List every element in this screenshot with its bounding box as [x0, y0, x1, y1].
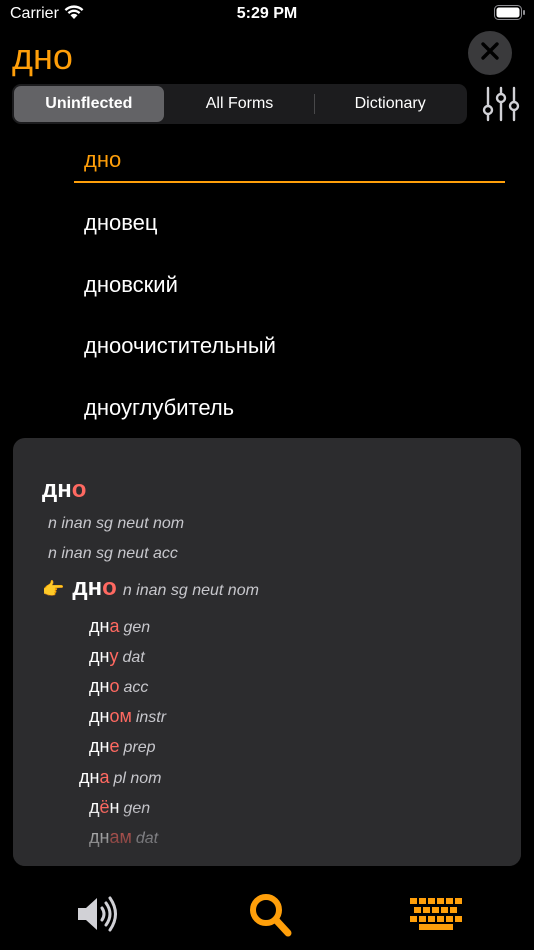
- speaker-icon: [76, 896, 120, 938]
- base-form: дно: [72, 574, 116, 602]
- form-tag: acc: [123, 679, 149, 696]
- form-stem: д: [89, 797, 100, 817]
- form-tag: prep: [123, 739, 156, 756]
- segment-dictionary[interactable]: Dictionary: [315, 86, 465, 122]
- form-ending: у: [109, 646, 119, 666]
- form-tag: dat: [122, 649, 145, 666]
- filter-button[interactable]: [481, 86, 521, 122]
- search-button[interactable]: [248, 892, 292, 943]
- segment-all-forms[interactable]: All Forms: [165, 86, 315, 122]
- form-stem: дн: [89, 706, 110, 726]
- form-ending: о: [109, 676, 120, 696]
- close-icon: [480, 41, 500, 66]
- form-ending: а: [99, 767, 110, 787]
- inflection-row: дён gen: [89, 797, 150, 818]
- inflection-row: дно acc: [89, 676, 148, 697]
- form-stem: дн: [89, 616, 110, 636]
- form-stem-tail: н: [109, 797, 120, 817]
- form-stem: дн: [89, 646, 110, 666]
- sliders-icon: [481, 86, 521, 126]
- form-stem: дн: [79, 767, 100, 787]
- inflection-row: дне prep: [89, 736, 156, 757]
- inflection-row: дна gen: [89, 616, 150, 637]
- list-item[interactable]: дноуглубитель: [84, 395, 234, 421]
- form-tag: dat: [135, 830, 159, 847]
- battery-icon: [494, 5, 526, 26]
- base-form-row: 👉 дно n inan sg neut nom: [42, 574, 259, 602]
- form-ending: ам: [109, 827, 132, 847]
- keyboard-button[interactable]: [410, 898, 464, 935]
- list-item[interactable]: дноочистительный: [84, 333, 276, 359]
- inflection-row: дном instr: [89, 706, 166, 727]
- form-ending: ом: [109, 706, 132, 726]
- base-form-ending: о: [102, 574, 117, 601]
- form-stem: дн: [89, 827, 110, 847]
- form-ending: ё: [99, 797, 110, 817]
- lemma-tag: n inan sg neut acc: [48, 545, 178, 562]
- inflection-row: днам dat: [89, 827, 158, 848]
- form-tag: instr: [135, 709, 167, 726]
- view-mode-segmented-control: Uninflected All Forms Dictionary: [12, 84, 467, 124]
- form-ending: а: [109, 616, 120, 636]
- lemma-ending: о: [71, 476, 87, 503]
- lemma-heading: дно: [42, 476, 86, 504]
- pointing-hand-icon: 👉: [42, 579, 65, 599]
- list-item[interactable]: дновец: [84, 210, 158, 236]
- magnifier-icon: [248, 894, 292, 942]
- form-stem: дн: [89, 676, 110, 696]
- form-tag: pl nom: [113, 770, 162, 787]
- base-form-tag: n inan sg neut nom: [122, 582, 259, 599]
- list-item[interactable]: дновский: [84, 272, 178, 298]
- lemma-tag: n inan sg neut nom: [48, 515, 185, 532]
- lemma-stem: дн: [42, 476, 72, 503]
- clock: 5:29 PM: [236, 5, 298, 22]
- inflection-panel[interactable]: дно n inan sg neut nom n inan sg neut ac…: [13, 438, 521, 866]
- form-tag: gen: [123, 800, 151, 817]
- form-stem: дн: [89, 736, 110, 756]
- inflection-row: дна pl nom: [79, 767, 162, 788]
- base-form-stem: дн: [72, 574, 103, 601]
- inflection-row: дну dat: [89, 646, 145, 667]
- selected-item-underline: [74, 181, 505, 183]
- form-ending: е: [109, 736, 120, 756]
- search-word-title: дно: [12, 36, 73, 77]
- form-tag: gen: [123, 619, 151, 636]
- keyboard-icon: [410, 898, 464, 934]
- list-item-selected[interactable]: дно: [84, 147, 121, 173]
- segment-uninflected[interactable]: Uninflected: [14, 86, 164, 122]
- close-button[interactable]: [468, 31, 512, 75]
- speaker-button[interactable]: [76, 894, 120, 939]
- status-bar: Carrier 5:29 PM: [0, 0, 534, 30]
